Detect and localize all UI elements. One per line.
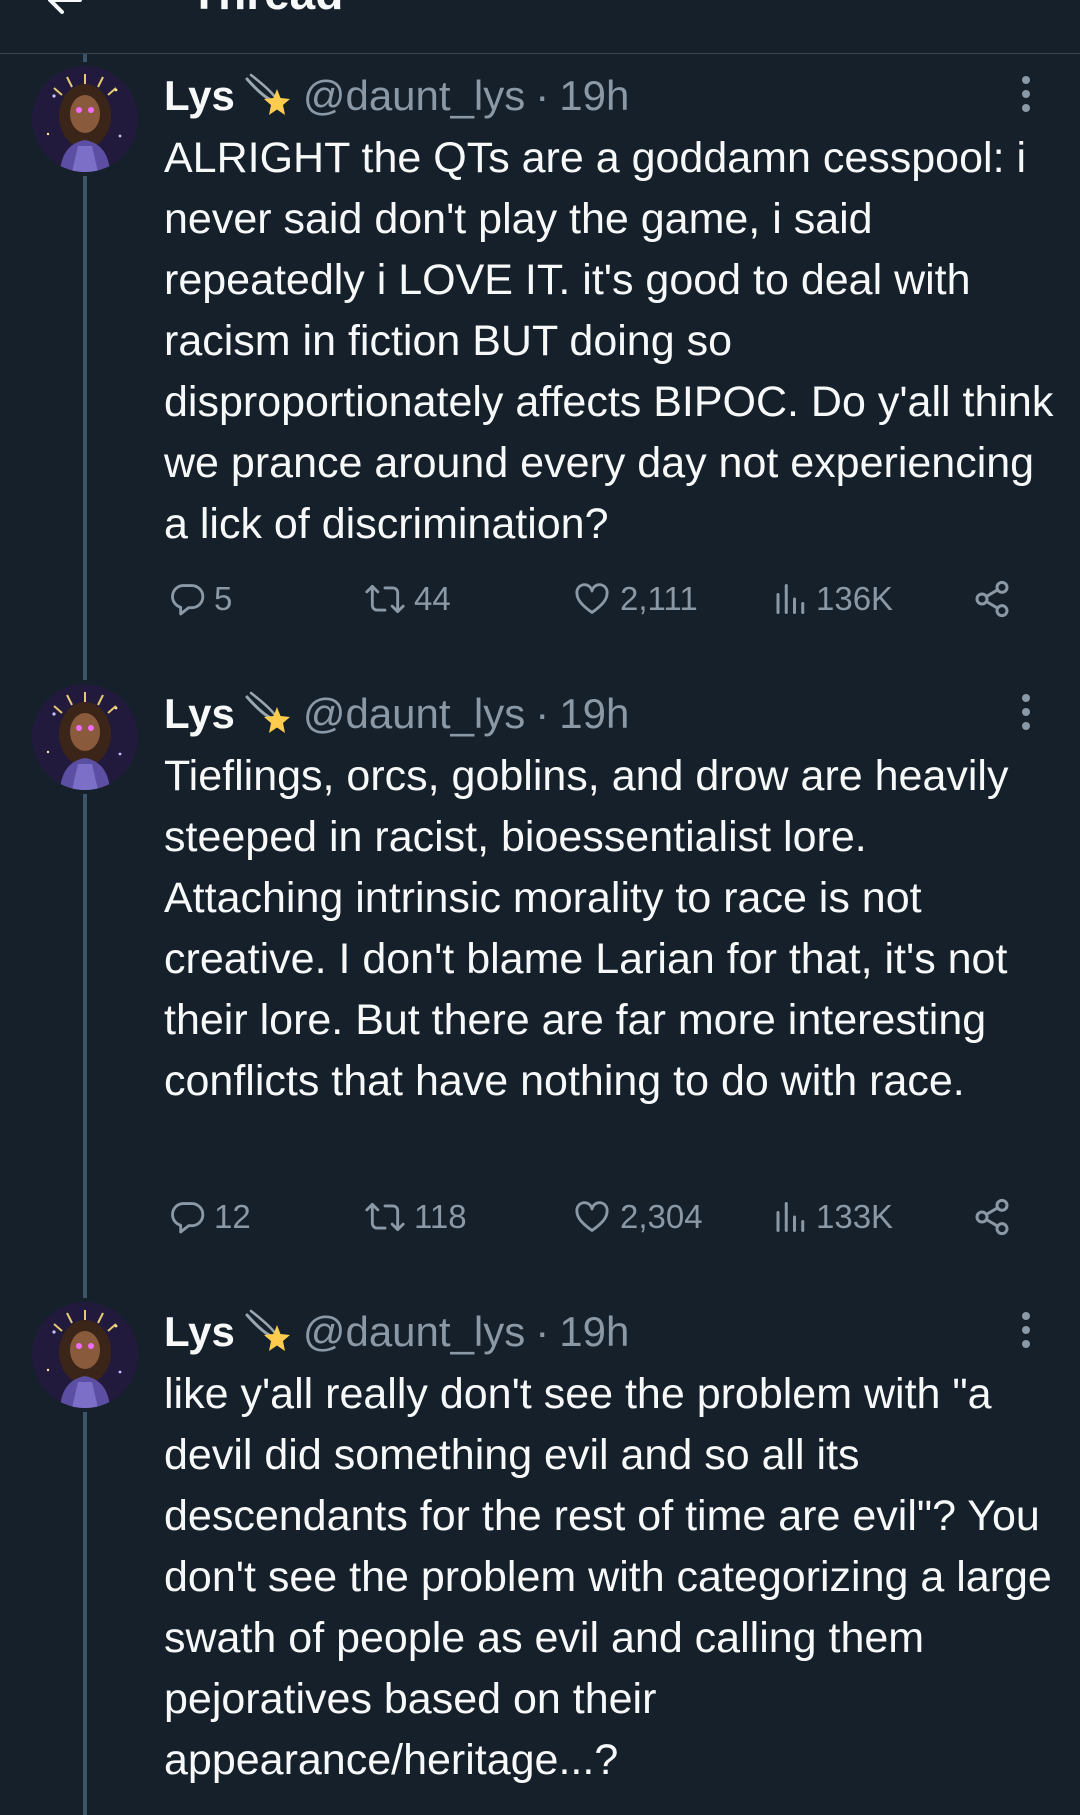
display-name[interactable]: Lys [164, 1308, 235, 1356]
repost-count: 118 [414, 1198, 467, 1235]
thread-connector-line [83, 176, 87, 680]
heart-icon [575, 1201, 609, 1232]
reply-button[interactable]: 12 [168, 1192, 251, 1242]
like-count: 2,111 [620, 580, 698, 617]
shooting-star-emoji-icon [245, 691, 290, 733]
repost-icon [365, 1202, 405, 1232]
heart-icon [575, 583, 609, 614]
repost-count: 44 [414, 580, 451, 617]
views-chart-icon [776, 584, 805, 614]
display-name[interactable]: Lys [164, 690, 235, 738]
user-handle[interactable]: @daunt_lys [303, 690, 525, 738]
thread-connector-line [83, 1412, 87, 1815]
repost-button[interactable]: 118 [364, 1192, 467, 1242]
shooting-star-emoji-icon [245, 73, 290, 115]
page-title: Thread [190, 0, 343, 20]
tweet-actions: 5 44 2,111 136K [164, 574, 1024, 624]
timestamp[interactable]: 19h [559, 72, 629, 120]
views-button[interactable]: 133K [772, 1192, 893, 1242]
tweet-header: Lys @daunt_lys · 19h [164, 684, 629, 744]
share-icon [975, 1198, 1009, 1236]
tweet-text: Tieflings, orcs, goblins, and drow are h… [164, 752, 1009, 1105]
share-button[interactable] [972, 1192, 1012, 1242]
avatar[interactable] [32, 66, 138, 172]
like-button[interactable]: 2,304 [572, 1192, 703, 1242]
avatar[interactable] [32, 1302, 138, 1408]
share-icon [975, 580, 1009, 618]
share-button[interactable] [972, 574, 1012, 624]
repost-button[interactable]: 44 [364, 574, 451, 624]
timestamp[interactable]: 19h [559, 1308, 629, 1356]
more-options-icon[interactable] [1012, 690, 1040, 734]
tweet-text: ALRIGHT the QTs are a goddamn cesspool: … [164, 134, 1054, 548]
back-arrow-icon[interactable] [44, 0, 84, 20]
reply-icon [171, 584, 205, 616]
timestamp[interactable]: 19h [559, 690, 629, 738]
views-chart-icon [776, 1202, 805, 1232]
reply-count: 12 [214, 1198, 251, 1235]
user-handle[interactable]: @daunt_lys [303, 1308, 525, 1356]
tweet-header: Lys @daunt_lys · 19h [164, 66, 629, 126]
like-count: 2,304 [620, 1198, 703, 1235]
display-name[interactable]: Lys [164, 72, 235, 120]
reply-icon [171, 1202, 205, 1234]
more-options-icon[interactable] [1012, 1308, 1040, 1352]
repost-icon [365, 584, 405, 614]
top-bar: Thread [0, 0, 1080, 54]
thread-connector-line [83, 54, 87, 62]
like-button[interactable]: 2,111 [572, 574, 698, 624]
shooting-star-emoji-icon [245, 1309, 290, 1351]
tweet-text: like y'all really don't see the problem … [164, 1370, 1052, 1784]
user-handle[interactable]: @daunt_lys [303, 72, 525, 120]
reply-count: 5 [214, 580, 233, 617]
view-count: 133K [816, 1198, 894, 1235]
avatar[interactable] [32, 684, 138, 790]
view-count: 136K [816, 580, 894, 617]
separator-dot: · [535, 72, 550, 119]
tweet-header: Lys @daunt_lys · 19h [164, 1302, 629, 1362]
separator-dot: · [535, 690, 550, 737]
more-options-icon[interactable] [1012, 72, 1040, 116]
tweet-actions: 12 118 2,304 133K [164, 1192, 1024, 1242]
separator-dot: · [535, 1308, 550, 1355]
reply-button[interactable]: 5 [168, 574, 232, 624]
thread-connector-line [83, 794, 87, 1298]
views-button[interactable]: 136K [772, 574, 893, 624]
